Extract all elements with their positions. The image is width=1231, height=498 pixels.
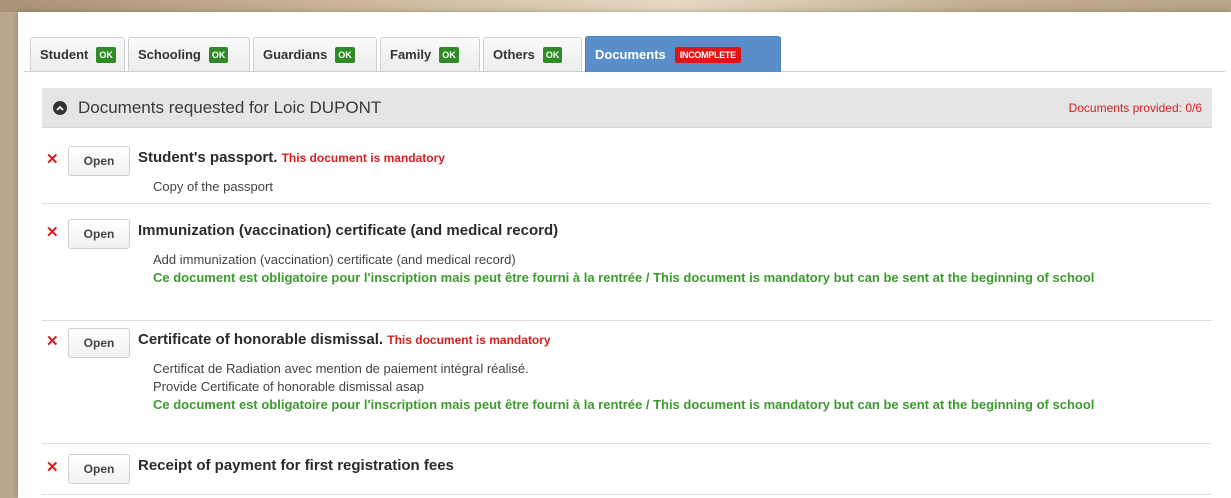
documents-provided-count: Documents provided: 0/6	[1068, 100, 1202, 115]
documents-section-header[interactable]: Documents requested for Loic DUPONT Docu…	[42, 88, 1212, 128]
document-description: Copy of the passport	[153, 179, 273, 194]
tab-schooling[interactable]: Schooling OK	[128, 37, 250, 71]
tab-student[interactable]: Student OK	[30, 37, 125, 71]
mandatory-label: This document is mandatory	[387, 333, 551, 347]
document-note: Ce document est obligatoire pour l'inscr…	[153, 270, 1095, 285]
document-description: Certificat de Radiation avec mention de …	[153, 361, 529, 376]
document-name: Receipt of payment for first registratio…	[138, 457, 454, 474]
ok-badge: OK	[208, 46, 229, 63]
chevron-up-circle-icon[interactable]	[53, 100, 67, 115]
open-button[interactable]: Open	[68, 328, 130, 358]
document-title: Student's passport. This document is man…	[138, 149, 445, 166]
tab-documents[interactable]: Documents INCOMPLETE	[585, 36, 781, 72]
tab-label: Guardians	[263, 47, 328, 62]
document-note: Ce document est obligatoire pour l'inscr…	[153, 397, 1095, 412]
cross-icon: ✕	[46, 151, 59, 168]
tab-label: Student	[40, 47, 89, 62]
ok-badge: OK	[335, 46, 355, 63]
document-item: ✕ Open Immunization (vaccination) certif…	[42, 219, 1212, 321]
enrollment-panel: Student OK Schooling OK Guardians OK Fam…	[18, 12, 1231, 498]
tab-others[interactable]: Others OK	[483, 37, 582, 71]
tab-guardians[interactable]: Guardians OK	[253, 37, 377, 71]
tab-label: Schooling	[138, 47, 201, 62]
document-item: ✕ Open Student's passport. This document…	[42, 146, 1212, 204]
tab-label: Others	[493, 47, 535, 62]
document-title: Immunization (vaccination) certificate (…	[138, 222, 558, 239]
tab-family[interactable]: Family OK	[380, 37, 480, 71]
tab-label: Documents	[595, 47, 666, 62]
incomplete-badge: INCOMPLETE	[674, 46, 741, 63]
cross-icon: ✕	[46, 459, 59, 476]
section-title: Documents requested for Loic DUPONT	[78, 97, 382, 117]
ok-badge: OK	[439, 46, 459, 63]
tab-label: Family	[390, 47, 432, 62]
ok-badge: OK	[96, 46, 116, 63]
ok-badge: OK	[542, 46, 563, 63]
background-strip	[0, 0, 1231, 12]
document-description: Add immunization (vaccination) certifica…	[153, 252, 516, 267]
document-description: Provide Certificate of honorable dismiss…	[153, 379, 424, 394]
document-name: Immunization (vaccination) certificate (…	[138, 222, 559, 239]
tab-bar: Student OK Schooling OK Guardians OK Fam…	[24, 24, 1225, 72]
document-item: ✕ Open Certificate of honorable dismissa…	[42, 328, 1212, 444]
document-title: Receipt of payment for first registratio…	[138, 457, 454, 474]
open-button[interactable]: Open	[68, 454, 130, 484]
mandatory-label: This document is mandatory	[281, 151, 445, 165]
cross-icon: ✕	[46, 224, 59, 241]
document-item: ✕ Open Receipt of payment for first regi…	[42, 454, 1212, 495]
document-name: Student's passport	[138, 149, 274, 166]
cross-icon: ✕	[46, 333, 59, 350]
open-button[interactable]: Open	[68, 219, 130, 249]
open-button[interactable]: Open	[68, 146, 130, 176]
document-name: Certificate of honorable dismissal	[138, 331, 379, 348]
document-title: Certificate of honorable dismissal. This…	[138, 331, 551, 348]
